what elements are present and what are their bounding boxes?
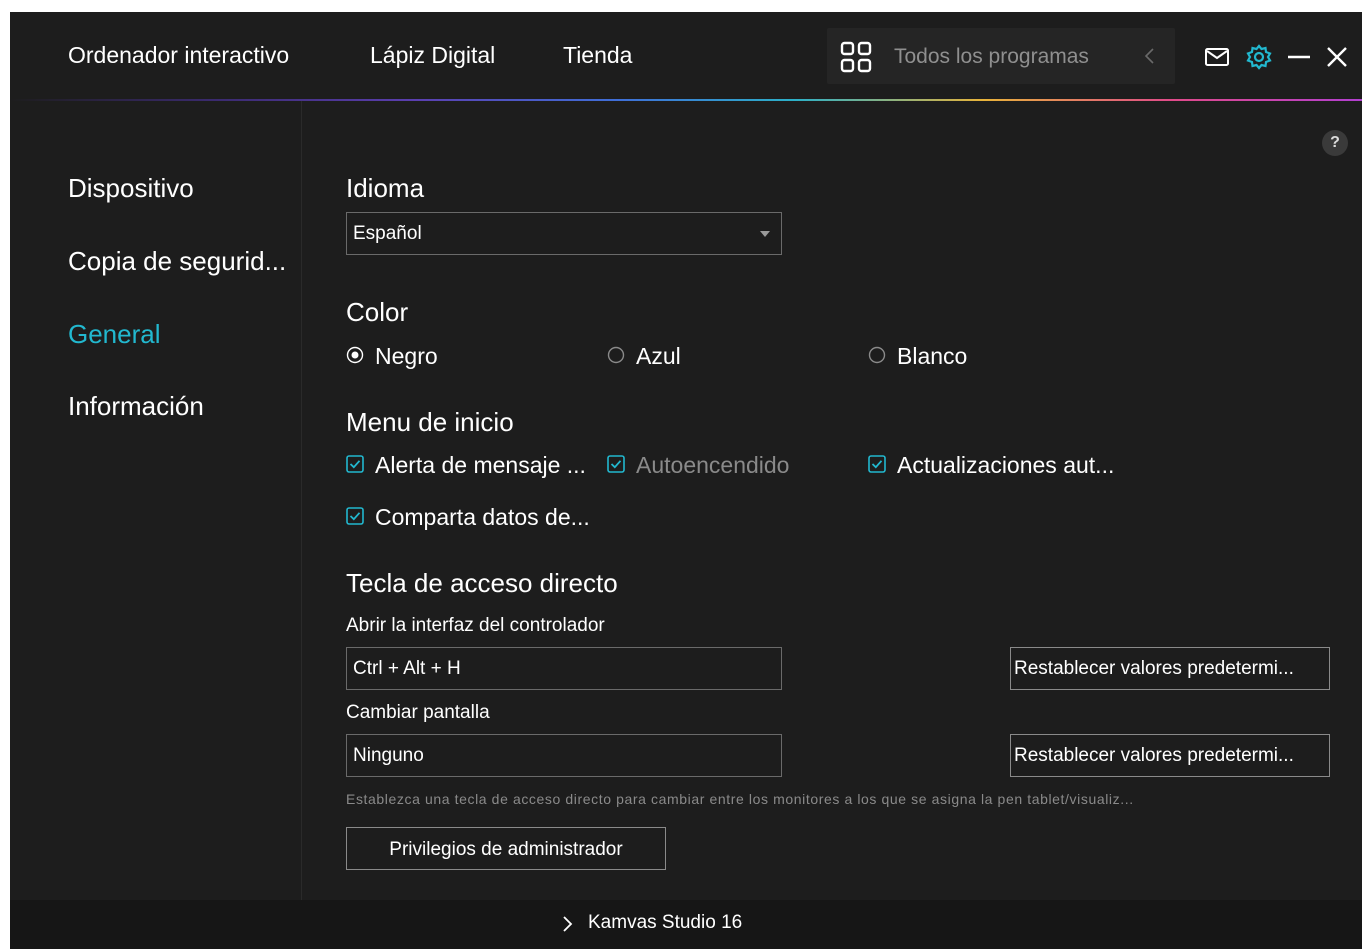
checkbox-checked-icon (607, 455, 625, 473)
all-programs-label: Todos los programas (894, 45, 1089, 68)
reset-button-label: Restablecer valores predetermi... (1014, 745, 1294, 766)
minimize-icon[interactable] (1286, 44, 1312, 70)
color-option-label: Azul (636, 343, 681, 369)
sidebar-item-device[interactable]: Dispositivo (68, 173, 194, 204)
language-title: Idioma (346, 173, 425, 203)
admin-privileges-button[interactable]: Privilegios de administrador (346, 827, 666, 870)
sidebar-item-general[interactable]: General (68, 319, 161, 350)
top-bar: Ordenador interactivo Lápiz Digital Tien… (10, 12, 1362, 100)
hotkey-value: Ninguno (353, 745, 424, 766)
radio-unchecked-icon (868, 346, 886, 364)
hotkey-label-open-driver: Abrir la interfaz del controlador (346, 615, 605, 636)
sidebar-item-information[interactable]: Información (68, 391, 204, 422)
device-footer: Kamvas Studio 16 (10, 900, 1362, 949)
hotkey-label-switch-display: Cambiar pantalla (346, 702, 490, 723)
chevron-right-icon (563, 916, 573, 932)
admin-button-label: Privilegios de administrador (389, 839, 623, 860)
language-select[interactable]: Español (346, 212, 782, 255)
checkbox-checked-icon (868, 455, 886, 473)
hotkey-hint-text: Establezca una tecla de acceso directo p… (346, 791, 1134, 807)
chevron-down-icon (760, 231, 770, 237)
color-option-label: Blanco (897, 343, 968, 369)
hotkey-title: Tecla de acceso directo (346, 568, 618, 598)
color-radio-black[interactable]: Negro (346, 341, 466, 371)
color-radio-blue[interactable]: Azul (607, 341, 717, 371)
tab-interactive-display[interactable]: Ordenador interactivo (68, 42, 289, 69)
checkbox-auto-start[interactable]: Autoencendido (607, 450, 827, 480)
color-title: Color (346, 297, 409, 327)
hotkey-input-switch-display[interactable]: Ninguno (346, 734, 782, 777)
radio-checked-icon (346, 346, 364, 364)
checkbox-checked-icon (346, 507, 364, 525)
tab-pen-tablet[interactable]: Lápiz Digital (370, 42, 495, 69)
close-icon[interactable] (1324, 44, 1350, 70)
device-name: Kamvas Studio 16 (588, 912, 743, 933)
checkbox-message-alert[interactable]: Alerta de mensaje ... (346, 450, 606, 480)
checkbox-label: Comparta datos de... (375, 504, 590, 530)
checkbox-checked-icon (346, 455, 364, 473)
sidebar-item-backup[interactable]: Copia de segurid... (68, 246, 286, 277)
reset-defaults-button-open-driver[interactable]: Restablecer valores predetermi... (1010, 647, 1330, 690)
checkbox-auto-updates[interactable]: Actualizaciones aut... (868, 450, 1148, 480)
driver-window: Ordenador interactivo Lápiz Digital Tien… (10, 12, 1362, 949)
mail-icon[interactable] (1204, 44, 1230, 70)
checkbox-share-data[interactable]: Comparta datos de... (346, 502, 626, 532)
sidebar: Dispositivo Copia de segurid... General … (10, 101, 302, 900)
color-radio-white[interactable]: Blanco (868, 341, 998, 371)
help-icon[interactable]: ? (1322, 130, 1348, 156)
general-settings-panel: ? Idioma Español Color Negro Azul Blanco (302, 101, 1362, 900)
color-option-label: Negro (375, 343, 438, 369)
grid-icon (840, 41, 872, 73)
reset-defaults-button-switch-display[interactable]: Restablecer valores predetermi... (1010, 734, 1330, 777)
checkbox-label: Autoencendido (636, 452, 790, 478)
gear-icon[interactable] (1246, 44, 1272, 70)
startup-menu-title: Menu de inicio (346, 407, 514, 437)
chevron-left-icon[interactable] (1143, 46, 1157, 66)
all-programs-selector[interactable]: Todos los programas (827, 28, 1175, 84)
hotkey-value: Ctrl + Alt + H (353, 658, 461, 679)
checkbox-label: Actualizaciones aut... (897, 452, 1115, 478)
tab-store[interactable]: Tienda (563, 42, 632, 69)
reset-button-label: Restablecer valores predetermi... (1014, 658, 1294, 679)
checkbox-label: Alerta de mensaje ... (375, 452, 586, 478)
language-selected-value: Español (353, 223, 422, 244)
radio-unchecked-icon (607, 346, 625, 364)
hotkey-input-open-driver[interactable]: Ctrl + Alt + H (346, 647, 782, 690)
